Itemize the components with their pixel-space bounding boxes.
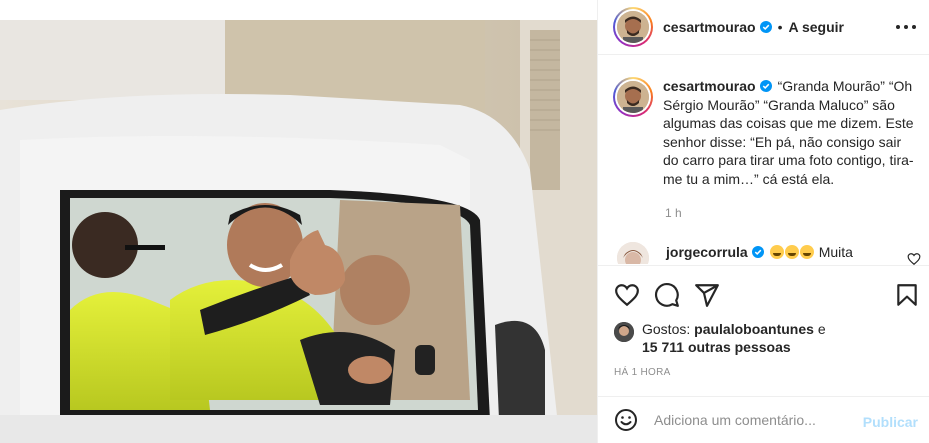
liker-avatar[interactable] bbox=[614, 322, 634, 342]
comment-text: Muita bbox=[818, 244, 853, 260]
verified-badge-icon bbox=[759, 21, 772, 33]
liker-username[interactable]: paulaloboantunes bbox=[694, 321, 814, 337]
publish-button[interactable]: Publicar bbox=[863, 414, 918, 430]
post-actions-bar bbox=[598, 265, 929, 325]
verified-badge-icon bbox=[759, 80, 772, 92]
following-button[interactable]: A seguir bbox=[789, 19, 845, 35]
comments-list[interactable]: cesartmourao “Granda Mourão” “Oh Sérgio M… bbox=[598, 56, 929, 264]
add-comment-bar: Publicar bbox=[598, 396, 929, 443]
laughing-emoji-icon bbox=[799, 245, 814, 259]
post-header: cesartmourao • A seguir bbox=[598, 0, 929, 55]
likes-prefix: Gostos: bbox=[642, 321, 691, 337]
likes-others-count[interactable]: 15 711 outras pessoas bbox=[642, 339, 791, 355]
like-comment-heart-icon[interactable] bbox=[907, 252, 921, 266]
profile-photo-icon bbox=[617, 81, 649, 113]
profile-photo-icon bbox=[614, 322, 634, 342]
likes-summary: Gostos: paulaloboantunes e 15 711 outras… bbox=[614, 320, 826, 356]
verified-badge-icon bbox=[751, 246, 764, 258]
comment-item: jorgecorrula Muita bbox=[613, 242, 918, 264]
caption-timestamp[interactable]: 1 h bbox=[665, 206, 682, 220]
caption-text: “Granda Mourão” “Oh Sérgio Mourão” “Gran… bbox=[663, 78, 914, 187]
caption-username[interactable]: cesartmourao bbox=[663, 78, 756, 94]
header-separator: • bbox=[777, 19, 783, 35]
profile-photo-icon bbox=[617, 11, 649, 43]
comment-input[interactable] bbox=[654, 412, 854, 428]
post-timestamp[interactable]: HÁ 1 HORA bbox=[614, 367, 671, 378]
likes-connector: e bbox=[817, 321, 826, 337]
post-photo[interactable] bbox=[0, 20, 597, 443]
profile-photo-icon bbox=[617, 242, 649, 264]
comment-bubble-icon[interactable] bbox=[654, 282, 680, 308]
more-options-icon[interactable] bbox=[896, 20, 916, 34]
comment-username[interactable]: jorgecorrula bbox=[666, 244, 748, 260]
post-caption: cesartmourao “Granda Mourão” “Oh Sérgio M… bbox=[613, 77, 918, 189]
caption-text-block: cesartmourao “Granda Mourão” “Oh Sérgio M… bbox=[663, 77, 918, 189]
emoji-picker-icon[interactable] bbox=[614, 408, 638, 432]
commenter-avatar[interactable] bbox=[617, 242, 649, 264]
author-avatar[interactable] bbox=[613, 7, 653, 47]
author-username[interactable]: cesartmourao bbox=[663, 19, 756, 35]
caption-author-avatar[interactable] bbox=[613, 77, 653, 117]
share-paper-plane-icon[interactable] bbox=[694, 282, 720, 308]
save-bookmark-icon[interactable] bbox=[894, 282, 920, 308]
post-image bbox=[0, 20, 597, 443]
laughing-emoji-icon bbox=[769, 245, 784, 259]
like-heart-icon[interactable] bbox=[614, 282, 640, 308]
laughing-emoji-icon bbox=[784, 245, 799, 259]
post-side-panel: cesartmourao • A seguir cesartmourao “Gr… bbox=[597, 0, 929, 443]
